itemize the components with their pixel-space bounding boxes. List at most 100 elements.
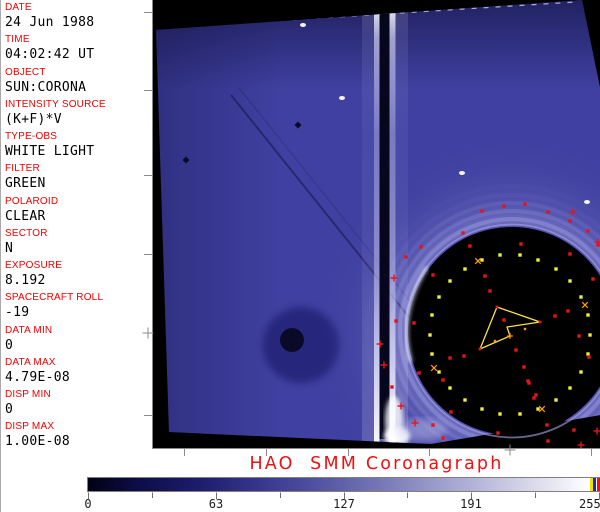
red-dot: [483, 274, 487, 278]
red-dot: [591, 277, 595, 281]
metadata-label: POLAROID: [5, 195, 59, 207]
yellow-dot: [430, 313, 434, 317]
red-dot: [546, 210, 550, 214]
metadata-label: TYPE-OBS: [5, 131, 58, 143]
red-dot: [496, 431, 500, 435]
metadata-value: -19: [5, 305, 30, 321]
red-dot: [526, 379, 530, 383]
metadata-field: SPACECRAFT ROLL -19: [1, 292, 151, 324]
metadata-label: DISP MIN: [5, 389, 51, 401]
colorbar-gradient: [88, 478, 599, 491]
yellow-dot: [518, 253, 522, 257]
red-dot: [441, 436, 445, 440]
yellow-dot: [448, 386, 452, 390]
red-dot: [417, 371, 421, 375]
polygon-vertex-dot: [495, 305, 499, 309]
yellow-dot: [428, 333, 432, 337]
yellow-dot: [518, 412, 522, 416]
yellow-dot: [437, 295, 441, 299]
metadata-value: WHITE LIGHT: [5, 144, 95, 160]
pylon-top-flare: [374, 0, 396, 9]
red-dot: [394, 319, 398, 323]
image-display: [152, 0, 600, 448]
metadata-value: CLEAR: [5, 208, 46, 224]
pylon-bright-left: [374, 2, 380, 444]
pylon-shadow-core: [379, 2, 390, 439]
red-dot: [546, 439, 550, 443]
yellow-dot: [568, 386, 572, 390]
red-dot: [441, 378, 445, 382]
red-dot: [568, 252, 572, 256]
yellow-dot: [463, 398, 467, 402]
red-dot: [502, 318, 506, 322]
metadata-value: 1.00E-08: [5, 434, 71, 450]
coronagraph-scene: [156, 0, 600, 448]
metadata-field: TYPE-OBS WHITE LIGHT: [1, 131, 151, 163]
red-dot: [449, 410, 453, 414]
metadata-value: 0: [5, 337, 14, 353]
metadata-panel: DATE 24 Jun 1988 TIME 04:02:42 UT OBJECT SUN:…: [1, 0, 151, 460]
red-dot: [587, 355, 591, 359]
smm-coronagraph-viewer: DATE 24 Jun 1988 TIME 04:02:42 UT OBJECT SUN:…: [0, 0, 600, 512]
dark-blob: [280, 328, 304, 352]
metadata-value: SUN:CORONA: [5, 79, 87, 95]
red-dot: [404, 255, 408, 259]
yellow-dot: [586, 352, 590, 356]
red-dot: [390, 385, 394, 389]
yellow-dot: [554, 267, 558, 271]
red-dot: [577, 334, 581, 338]
red-dot: [502, 204, 506, 208]
red-dot: [488, 289, 492, 293]
red-dot: [431, 423, 435, 427]
metadata-label: OBJECT: [5, 66, 46, 78]
white-speck: [300, 23, 306, 27]
yellow-dot: [480, 407, 484, 411]
red-dot: [523, 202, 527, 206]
red-dot: [532, 396, 536, 400]
yellow-dot: [498, 412, 502, 416]
yellow-dot: [437, 370, 441, 374]
metadata-field: INTENSITY SOURCE (K+F)*V: [1, 99, 151, 131]
page-title: HAO SMM Coronagraph: [249, 454, 504, 474]
colorbar-tick-label: 0: [84, 497, 92, 511]
red-dot: [448, 356, 452, 360]
yellow-dot: [536, 407, 540, 411]
red-dot: [462, 354, 466, 358]
red-dot: [514, 348, 518, 352]
polygon-edge-dot: [493, 339, 497, 343]
metadata-label: SPACECRAFT ROLL: [5, 292, 104, 304]
metadata-label: DISP MAX: [5, 421, 55, 433]
colorbar-tick-label: 191: [460, 497, 482, 511]
yellow-dot: [579, 370, 583, 374]
red-dot: [468, 244, 472, 248]
red-dot: [534, 393, 538, 397]
metadata-value: GREEN: [5, 176, 46, 192]
metadata-value: 8.192: [5, 273, 46, 289]
polygon-edge-dot: [523, 327, 527, 331]
metadata-label: DATA MAX: [5, 356, 56, 368]
polygon-vertex-dot: [478, 347, 482, 351]
red-dot: [572, 428, 576, 432]
metadata-value: 0: [5, 402, 14, 418]
metadata-label: FILTER: [5, 163, 40, 175]
red-dot: [519, 242, 523, 246]
red-dot: [412, 321, 416, 325]
red-dot: [431, 273, 435, 277]
white-speck: [459, 171, 465, 175]
metadata-field: POLAROID CLEAR: [1, 196, 151, 228]
pylon-bright-right: [389, 2, 396, 444]
red-dot: [545, 423, 549, 427]
metadata-field: DISP MIN 0: [1, 389, 151, 421]
metadata-field: TIME 04:02:42 UT: [1, 34, 151, 66]
red-dot: [419, 245, 423, 249]
yellow-dot: [448, 279, 452, 283]
metadata-label: INTENSITY SOURCE: [5, 98, 106, 110]
red-dot: [461, 231, 465, 235]
metadata-value: (K+F)*V: [5, 111, 62, 127]
red-dot: [480, 209, 484, 213]
metadata-field: OBJECT SUN:CORONA: [1, 67, 151, 99]
red-dot: [586, 229, 590, 233]
yellow-dot: [498, 253, 502, 257]
yellow-dot: [554, 398, 558, 402]
red-dot: [553, 314, 557, 318]
